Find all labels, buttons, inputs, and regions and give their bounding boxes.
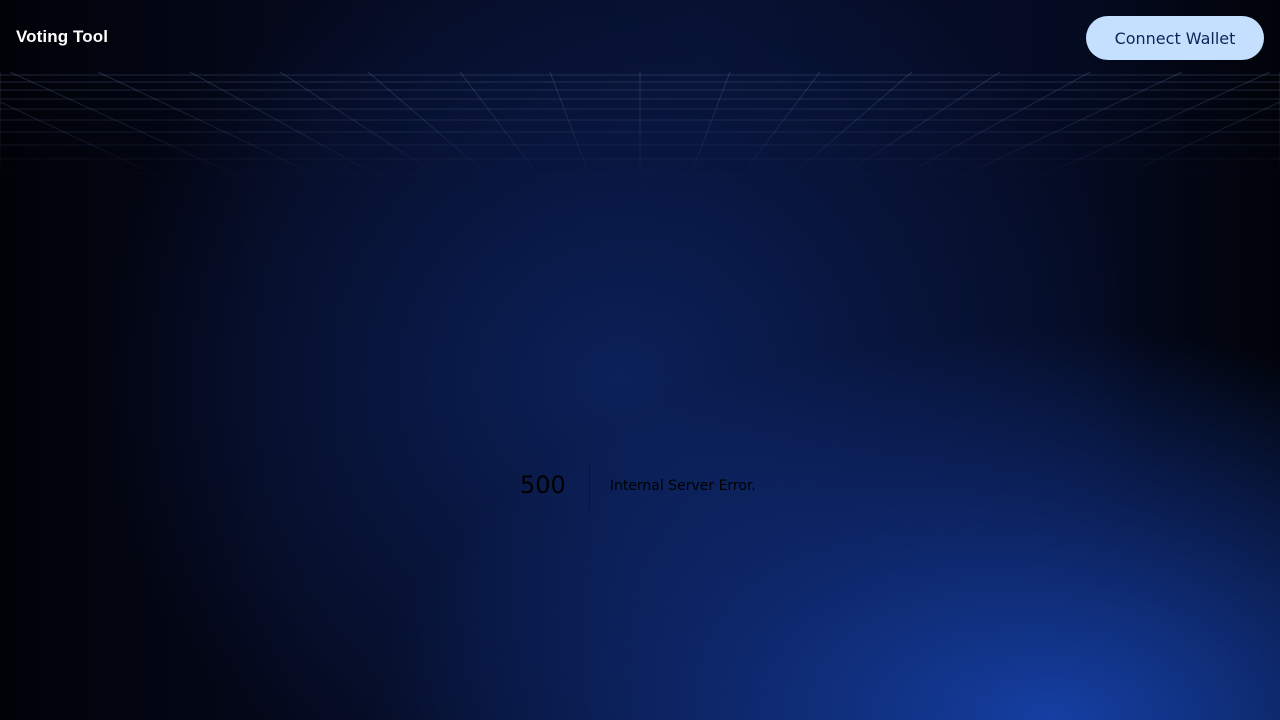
error-description: Internal Server Error. — [609, 477, 756, 494]
error-message-block: 500 Internal Server Error. — [520, 462, 756, 510]
connect-wallet-button[interactable]: Connect Wallet — [1086, 16, 1264, 60]
background-grid — [0, 72, 1280, 182]
brand-title[interactable]: Voting Tool — [16, 27, 108, 47]
error-code: 500 — [520, 462, 590, 510]
top-bar: Voting Tool Connect Wallet — [0, 0, 1280, 76]
